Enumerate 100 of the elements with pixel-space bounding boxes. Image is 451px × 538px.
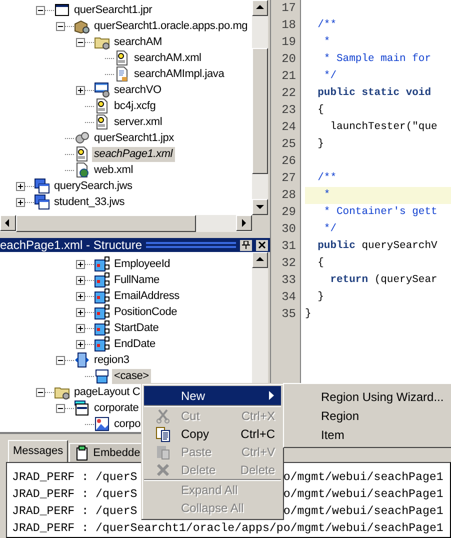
menu-item[interactable]: New	[144, 386, 281, 405]
region-icon	[94, 368, 110, 384]
clipboard-icon	[155, 444, 171, 460]
tree-item[interactable]: PositionCode	[112, 304, 180, 320]
menu-item[interactable]: Region	[284, 406, 451, 425]
item-icon	[94, 256, 110, 272]
document-icon	[74, 146, 90, 162]
tree-item[interactable]: server.xml	[112, 114, 164, 130]
tree-item[interactable]: corporate	[92, 400, 141, 416]
tree-item[interactable]: querSearcht1.jpx	[92, 130, 176, 146]
collapse-toggle[interactable]	[76, 38, 85, 46]
scroll-up-button[interactable]	[252, 0, 268, 16]
collapse-toggle[interactable]	[56, 22, 65, 30]
tree-item[interactable]: student_33.jws	[52, 194, 127, 210]
expand-toggle[interactable]	[76, 276, 85, 284]
scrollbar[interactable]	[0, 215, 252, 232]
log-line: JRAD_PERF : /querS	[12, 504, 138, 520]
code-text: * Container's gett	[322, 205, 438, 220]
submenu-arrow-icon	[269, 391, 275, 400]
tree-item[interactable]: querSearcht1.jpr	[72, 2, 154, 18]
menu-item[interactable]: Region Using Wizard...	[284, 387, 451, 406]
line-number: 21	[282, 68, 296, 85]
line-number: 24	[282, 119, 296, 136]
tree-item[interactable]: web.xml	[92, 162, 135, 178]
close-button[interactable]	[256, 240, 268, 250]
code-text: */	[322, 222, 337, 237]
line-number: 18	[282, 17, 296, 34]
document-icon	[114, 66, 130, 82]
expand-toggle[interactable]	[76, 86, 85, 94]
code-text: }	[316, 137, 324, 152]
code-text: }	[305, 307, 312, 322]
tree-item[interactable]: bc4j.xcfg	[112, 98, 158, 114]
tree-item[interactable]: EndDate	[112, 336, 158, 352]
tab[interactable]: Messages	[8, 440, 68, 462]
scroll-left-button[interactable]	[0, 215, 16, 231]
log-line: o/mgmt/webui/seachPage1	[283, 504, 444, 520]
tree-item[interactable]: searchVO	[112, 82, 164, 98]
tree-item[interactable]: searchAM	[112, 34, 164, 50]
line-number: 29	[282, 204, 296, 221]
code-text: public	[316, 239, 356, 254]
line-number: 28	[282, 187, 296, 204]
code-text: *	[322, 188, 330, 203]
tree-item[interactable]: StartDate	[112, 320, 161, 336]
pin-button[interactable]	[240, 240, 252, 250]
region-icon	[74, 352, 90, 368]
collapse-toggle[interactable]	[36, 388, 45, 396]
expand-toggle[interactable]	[16, 182, 25, 190]
scroll-right-button[interactable]	[236, 215, 252, 231]
tree-item[interactable]: corpo	[112, 416, 143, 432]
code-text: (querySear	[373, 273, 438, 288]
gear-icon	[74, 130, 90, 146]
log-line: JRAD_PERF : /querS	[12, 470, 138, 486]
tree-item[interactable]: region3	[92, 352, 132, 368]
tree-item[interactable]: querySearch.jws	[52, 178, 134, 194]
log-line: JRAD_PERF : /querSearcht1/oracle/apps/po/mgmt/webui/seachPage1	[12, 521, 444, 537]
expand-toggle[interactable]	[76, 340, 85, 348]
tree-item[interactable]: <case>	[112, 368, 151, 384]
code-text: *	[322, 35, 330, 50]
tree-item[interactable]: EmailAddress	[112, 288, 182, 304]
item-icon	[94, 320, 110, 336]
collapse-toggle[interactable]	[36, 6, 45, 14]
tree-item[interactable]: seachPage1.xml	[92, 146, 175, 162]
expand-toggle[interactable]	[76, 308, 85, 316]
table-icon	[94, 82, 110, 98]
scroll-down-button[interactable]	[252, 199, 268, 215]
expand-toggle[interactable]	[16, 198, 25, 206]
windows-icon	[34, 194, 50, 210]
item-icon	[94, 304, 110, 320]
tree-item[interactable]: searchAMImpl.java	[132, 66, 226, 82]
line-number: 22	[282, 85, 296, 102]
document-icon	[114, 50, 130, 66]
scrollbar[interactable]	[252, 0, 268, 215]
log-line: JRAD_PERF : /querS	[12, 487, 138, 503]
collapse-toggle[interactable]	[56, 404, 65, 412]
collapse-toggle[interactable]	[56, 356, 65, 364]
line-number: 17	[282, 0, 296, 17]
line-number: 27	[282, 170, 296, 187]
tree-item[interactable]: FullName	[112, 272, 162, 288]
expand-toggle[interactable]	[76, 260, 85, 268]
code-text: return	[329, 273, 368, 288]
scroll-thumb[interactable]	[16, 215, 196, 232]
item-icon	[94, 336, 110, 352]
line-number: 30	[282, 221, 296, 238]
log-line: o/mgmt/webui/seachPage1	[283, 487, 444, 503]
line-number: 20	[282, 51, 296, 68]
tree-item[interactable]: EmployeeId	[112, 256, 172, 272]
expand-toggle[interactable]	[76, 324, 85, 332]
delete-icon	[155, 462, 171, 478]
line-number: 34	[282, 289, 296, 306]
line-number: 35	[282, 306, 296, 323]
panel-title: eachPage1.xml - Structure	[0, 238, 142, 252]
scroll-thumb[interactable]	[252, 48, 268, 174]
code-text: launchTester("que	[329, 120, 438, 135]
tree-item[interactable]: pageLayout C	[72, 384, 142, 400]
tree-item[interactable]: searchAM.xml	[132, 50, 204, 66]
expand-toggle[interactable]	[76, 292, 85, 300]
line-number: 32	[282, 255, 296, 272]
tree-item[interactable]: querSearcht1.oracle.apps.po.mg	[92, 18, 250, 34]
scroll-up-button[interactable]	[252, 252, 268, 268]
code-text: /**	[316, 18, 337, 33]
